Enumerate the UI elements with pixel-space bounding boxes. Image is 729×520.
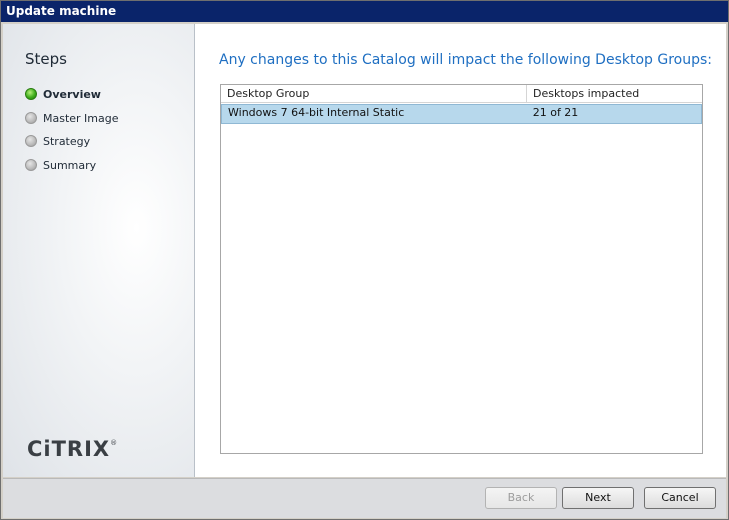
column-header-desktops-impacted[interactable]: Desktops impacted: [527, 85, 702, 102]
step-label: Strategy: [43, 134, 91, 148]
next-button[interactable]: Next: [562, 487, 634, 509]
page-heading: Any changes to this Catalog will impact …: [219, 52, 713, 68]
citrix-logo: CiTRIX®: [27, 437, 118, 461]
step-label: Summary: [43, 158, 97, 172]
cell-desktops-impacted: 21 of 21: [532, 106, 579, 119]
step-label: Master Image: [43, 111, 119, 125]
registered-mark: ®: [110, 439, 119, 447]
desktop-groups-table: Desktop Group Desktops impacted Windows …: [220, 84, 703, 454]
column-header-desktop-group[interactable]: Desktop Group: [221, 85, 527, 102]
back-button[interactable]: Back: [485, 487, 557, 509]
step-inactive-indicator-icon: [25, 135, 37, 147]
step-master-image: Master Image: [25, 109, 119, 127]
update-machine-window: Update machine Steps Overview Master Ima…: [0, 0, 729, 520]
step-active-indicator-icon: [25, 88, 37, 100]
cancel-button-label: Cancel: [661, 491, 699, 504]
step-summary: Summary: [25, 156, 96, 174]
table-row[interactable]: Windows 7 64-bit Internal Static 21 of 2…: [221, 104, 702, 124]
steps-heading: Steps: [25, 50, 67, 68]
wizard-footer: Back Next Cancel: [3, 478, 726, 518]
cell-desktop-group: Windows 7 64-bit Internal Static: [228, 106, 405, 119]
title-bar: Update machine: [1, 1, 728, 22]
table-header: Desktop Group Desktops impacted: [221, 85, 702, 103]
back-button-label: Back: [507, 491, 535, 504]
main-content: Any changes to this Catalog will impact …: [195, 24, 726, 477]
step-inactive-indicator-icon: [25, 159, 37, 171]
step-strategy: Strategy: [25, 132, 90, 150]
step-overview: Overview: [25, 85, 101, 103]
wizard-body: Steps Overview Master Image Strategy Sum…: [3, 24, 726, 477]
citrix-logo-text: CiTRIX: [27, 437, 111, 461]
step-inactive-indicator-icon: [25, 112, 37, 124]
next-button-label: Next: [585, 491, 611, 504]
cancel-button[interactable]: Cancel: [644, 487, 716, 509]
step-label: Overview: [43, 87, 101, 101]
steps-sidebar: Steps Overview Master Image Strategy Sum…: [3, 24, 195, 477]
